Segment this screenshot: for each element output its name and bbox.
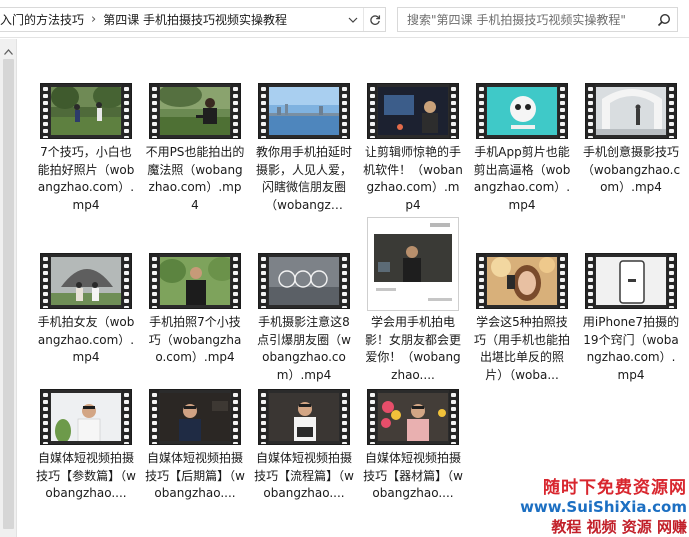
file-name[interactable]: 自媒体短视频拍摄技巧【器材篇】（wobangzhao.... [363, 450, 463, 503]
video-thumbnail [258, 83, 350, 139]
file-name[interactable]: 自媒体短视频拍摄技巧【参数篇】（wobangzhao.... [36, 450, 136, 503]
file-name[interactable]: 自媒体短视频拍摄技巧【后期篇】（wobangzhao.... [145, 450, 245, 503]
video-thumbnail [149, 83, 241, 139]
file-name[interactable]: 教你用手机拍延时摄影，人见人爱，闪瞎微信朋友圈（wobangz… [254, 144, 354, 214]
file-name[interactable]: 不用PS也能拍出的魔法照（wobangzhao.com）.mp4 [145, 144, 245, 214]
file-name[interactable]: 手机App剪片也能剪出高逼格（wobangzhao.com）.mp4 [472, 144, 572, 214]
video-thumbnail [585, 253, 677, 309]
file-grid: 7个技巧，小白也能拍好照片（wobangzhao.com）.mp4 不用PS也能… [0, 0, 689, 537]
video-thumbnail [258, 389, 350, 445]
file-name[interactable]: 让剪辑师惊艳的手机软件！（wobangzhao.com）.mp4 [363, 144, 463, 214]
file-name[interactable]: 手机摄影注意这8点引爆朋友圈（wobangzhao.com）.mp4 [254, 314, 354, 384]
file-name[interactable]: 手机拍女友（wobangzhao.com）.mp4 [36, 314, 136, 367]
document-thumbnail [367, 217, 459, 311]
video-thumbnail [476, 253, 568, 309]
file-name[interactable]: 自媒体短视频拍摄技巧【流程篇】（wobangzhao.... [254, 450, 354, 503]
file-name[interactable]: 手机拍照7个小技巧（wobangzhao.com）.mp4 [145, 314, 245, 367]
video-thumbnail [40, 389, 132, 445]
video-thumbnail [149, 253, 241, 309]
file-name[interactable]: 学会用手机拍电影！女朋友都会更爱你！（wobangzhao.... [363, 314, 463, 384]
file-name[interactable]: 学会这5种拍照技巧（用手机也能拍出堪比单反的照片）（woba... [472, 314, 572, 384]
watermark-line-1: 随时下免费资源网 [543, 478, 687, 498]
video-thumbnail [367, 83, 459, 139]
video-thumbnail [258, 253, 350, 309]
video-thumbnail [40, 253, 132, 309]
video-thumbnail [367, 389, 459, 445]
file-name[interactable]: 用iPhone7拍摄的19个窍门（wobangzhao.com）.mp4 [581, 314, 681, 384]
video-thumbnail [40, 83, 132, 139]
video-thumbnail [585, 83, 677, 139]
video-thumbnail [149, 389, 241, 445]
file-name[interactable]: 7个技巧，小白也能拍好照片（wobangzhao.com）.mp4 [36, 144, 136, 214]
file-name[interactable]: 手机创意摄影技巧（wobangzhao.com）.mp4 [581, 144, 681, 197]
watermark-logo: 随时下免费资源网 www.SuiShiXia.com 教程 视频 资源 网赚 [517, 473, 687, 536]
video-thumbnail [476, 83, 568, 139]
watermark-line-3: 教程 视频 资源 网赚 [551, 518, 687, 536]
watermark-line-2: www.SuiShiXia.com [520, 498, 687, 516]
